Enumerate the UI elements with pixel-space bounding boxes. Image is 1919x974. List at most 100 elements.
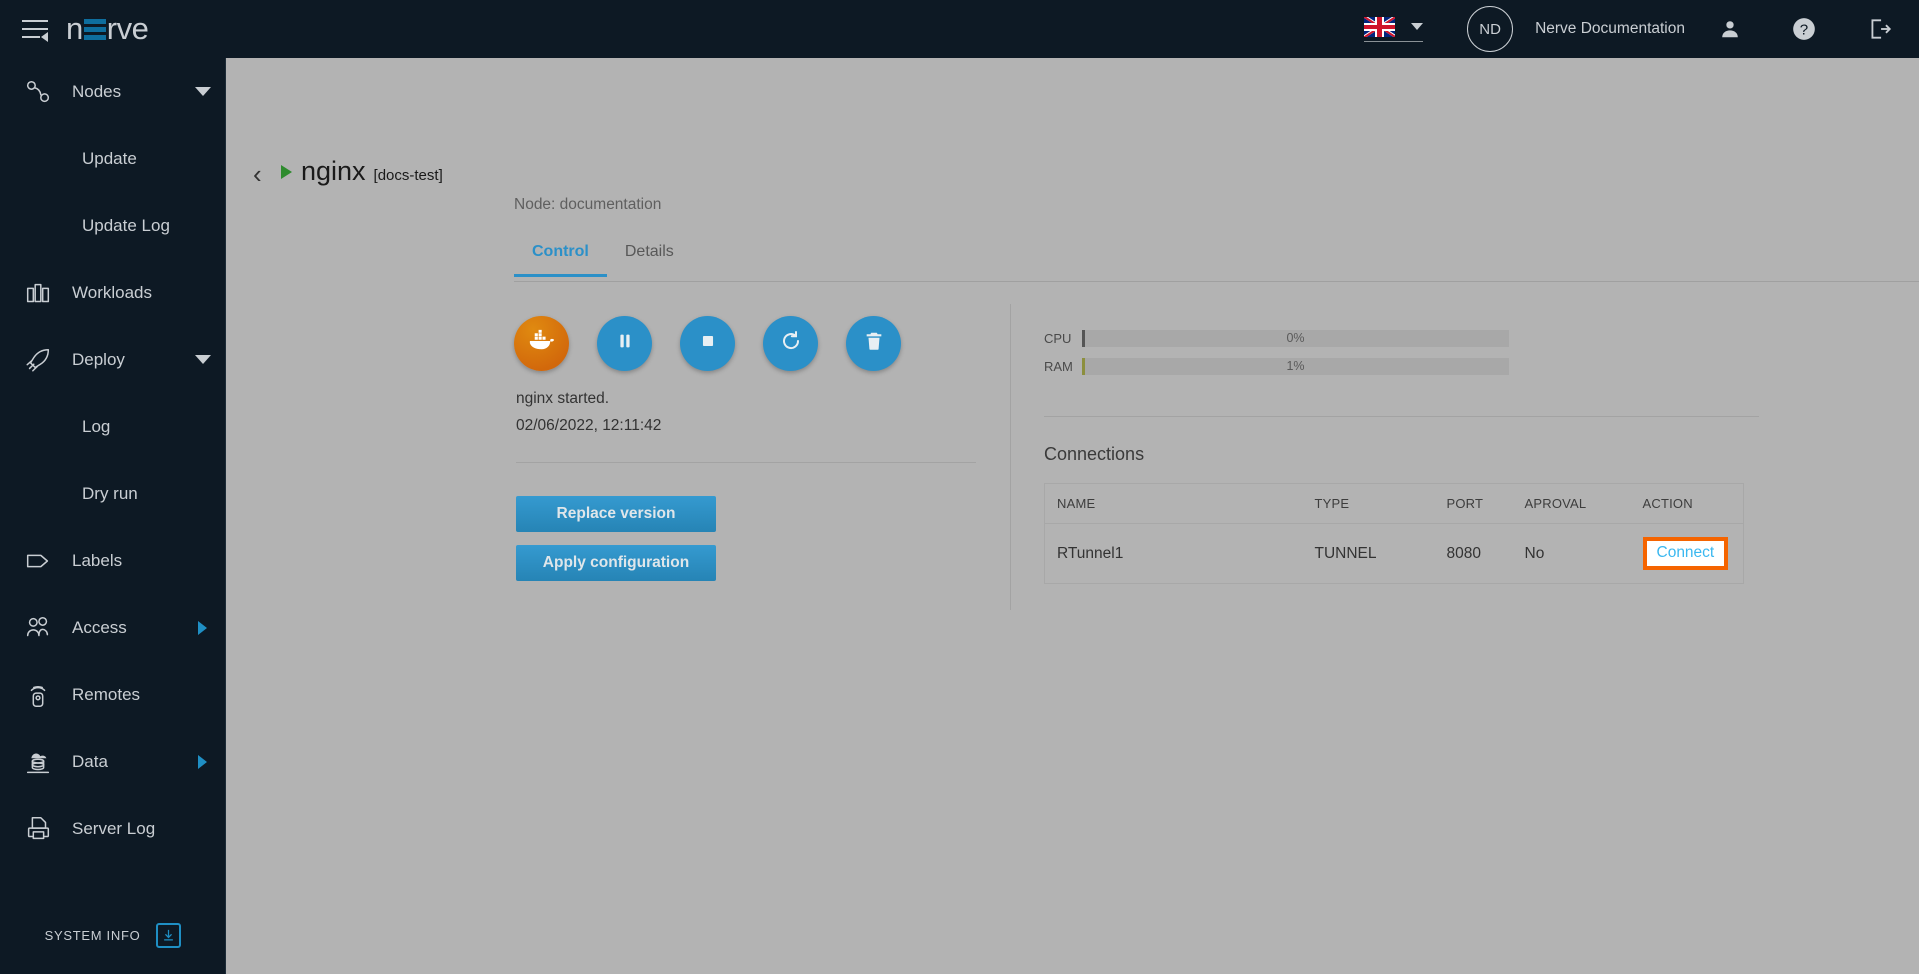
sidebar-item-label: Nodes <box>72 81 122 101</box>
gauges-divider <box>1044 416 1759 417</box>
nodes-icon <box>14 77 62 107</box>
sidebar-item-label: Log <box>82 416 111 436</box>
sidebar-item-access[interactable]: Access <box>0 594 225 661</box>
sidebar-item-label: Remotes <box>72 684 141 704</box>
docker-button[interactable] <box>514 316 569 371</box>
vertical-divider <box>1010 304 1011 610</box>
hamburger-icon[interactable] <box>22 18 48 42</box>
sidebar-item-remotes[interactable]: Remotes <box>0 661 225 728</box>
left-panel-divider <box>516 462 976 463</box>
chevron-right-icon[interactable] <box>198 754 207 769</box>
sidebar-item-label: Data <box>72 751 108 771</box>
chevron-left-icon[interactable]: ‹ <box>253 161 262 187</box>
logo-text-right: rve <box>106 11 149 46</box>
column-header-aproval: APROVAL <box>1512 483 1631 524</box>
sidebar-item-dry-run[interactable]: Dry run <box>0 460 225 527</box>
labels-icon <box>14 546 62 576</box>
cell-action: Connect <box>1631 524 1744 584</box>
chevron-down-icon[interactable] <box>195 355 211 364</box>
gauge-value: 1% <box>1286 359 1305 373</box>
sidebar-item-workloads[interactable]: Workloads <box>0 259 225 326</box>
connections-table: NAME TYPE PORT APROVAL ACTION RTunnel1 TUNNEL… <box>1044 483 1744 584</box>
sidebar-item-labels[interactable]: Labels <box>0 527 225 594</box>
svg-text:?: ? <box>1800 21 1808 38</box>
tab-control[interactable]: Control <box>514 243 607 277</box>
sidebar-item-label: Workloads <box>72 282 152 302</box>
uk-flag-icon <box>1364 16 1396 37</box>
chevron-down-icon[interactable] <box>195 87 211 96</box>
gauge-ram: RAM 1% <box>1044 358 1509 375</box>
nerve-logo: n rve <box>66 11 149 46</box>
top-bar: n rve ND Nerve Documentation ? <box>0 0 1919 58</box>
help-icon[interactable]: ? <box>1791 16 1817 42</box>
workload-title: nginx [docs-test] <box>281 156 443 187</box>
replace-version-button[interactable]: Replace version <box>516 496 716 532</box>
system-info-label: SYSTEM INFO <box>44 927 141 943</box>
tab-divider <box>514 281 1919 282</box>
connect-link[interactable]: Connect <box>1657 544 1715 561</box>
deploy-icon <box>14 345 62 375</box>
sidebar-item-nodes[interactable]: Nodes <box>0 58 225 125</box>
sidebar-item-update-log[interactable]: Update Log <box>0 192 225 259</box>
column-header-name: NAME <box>1044 483 1303 524</box>
sidebar-item-label: Labels <box>72 550 123 570</box>
workload-tag: [docs-test] <box>373 167 443 184</box>
logo-text-left: n <box>66 11 83 46</box>
node-label: Node: documentation <box>514 196 662 213</box>
cell-approval: No <box>1524 544 1545 562</box>
sidebar: Nodes Update Update Log Workloads Deploy Log D… <box>0 58 226 974</box>
tab-details[interactable]: Details <box>607 243 692 277</box>
language-selector[interactable] <box>1364 16 1424 42</box>
restart-icon <box>779 329 803 358</box>
avatar-initials: ND <box>1479 20 1501 38</box>
remotes-icon <box>14 680 62 710</box>
sidebar-item-label: Dry run <box>82 483 138 503</box>
access-icon <box>14 613 62 643</box>
column-header-action: ACTION <box>1630 483 1744 524</box>
data-icon <box>14 747 62 777</box>
sidebar-nav: Nodes Update Update Log Workloads Deploy Log D… <box>0 58 225 862</box>
logout-icon[interactable] <box>1867 16 1893 42</box>
connections-title: Connections <box>1044 444 1145 464</box>
sidebar-item-server-log[interactable]: Server Log <box>0 795 225 862</box>
gauge-label: RAM <box>1044 359 1073 374</box>
table-body: RTunnel1 TUNNEL 8080 No Connect <box>1045 524 1744 584</box>
workload-name: nginx <box>301 156 366 186</box>
username-label: Nerve Documentation <box>1535 20 1685 37</box>
play-triangle-icon <box>281 164 292 179</box>
user-icon[interactable] <box>1719 18 1741 40</box>
gauge-value: 0% <box>1286 331 1305 345</box>
column-header-port: PORT <box>1434 483 1513 524</box>
table-header-row: NAME TYPE PORT APROVAL ACTION <box>1044 483 1744 524</box>
sidebar-item-log[interactable]: Log <box>0 393 225 460</box>
pause-button[interactable] <box>597 316 652 371</box>
sidebar-item-label: Update Log <box>82 215 170 235</box>
avatar[interactable]: ND <box>1467 6 1514 52</box>
cell-type: TUNNEL <box>1314 544 1377 562</box>
sidebar-item-deploy[interactable]: Deploy <box>0 326 225 393</box>
stop-icon <box>697 330 719 357</box>
serverlog-icon <box>14 814 62 844</box>
system-info-button[interactable]: SYSTEM INFO <box>0 896 226 974</box>
connect-highlight: Connect <box>1642 537 1729 570</box>
main-content: ‹ nginx [docs-test] Node: documentation … <box>226 58 1919 974</box>
delete-button[interactable] <box>846 316 901 371</box>
download-box-icon <box>156 922 182 948</box>
control-buttons-row <box>514 316 929 371</box>
status-timestamp: 02/06/2022, 12:11:42 <box>516 417 662 434</box>
workloads-icon <box>14 278 62 308</box>
chevron-down-icon <box>1411 23 1424 30</box>
apply-configuration-button[interactable]: Apply configuration <box>516 545 716 581</box>
sidebar-item-label: Server Log <box>72 818 156 838</box>
stop-button[interactable] <box>680 316 735 371</box>
status-message: nginx started. <box>516 390 610 407</box>
column-header-type: TYPE <box>1302 483 1435 524</box>
gauge-bar: 1% <box>1082 358 1509 375</box>
cell-name: RTunnel1 <box>1057 544 1124 562</box>
sidebar-item-update[interactable]: Update <box>0 125 225 192</box>
sidebar-item-data[interactable]: Data <box>0 728 225 795</box>
chevron-right-icon[interactable] <box>198 620 207 635</box>
restart-button[interactable] <box>763 316 818 371</box>
trash-icon <box>863 330 885 357</box>
logo-bars-icon <box>83 18 106 40</box>
